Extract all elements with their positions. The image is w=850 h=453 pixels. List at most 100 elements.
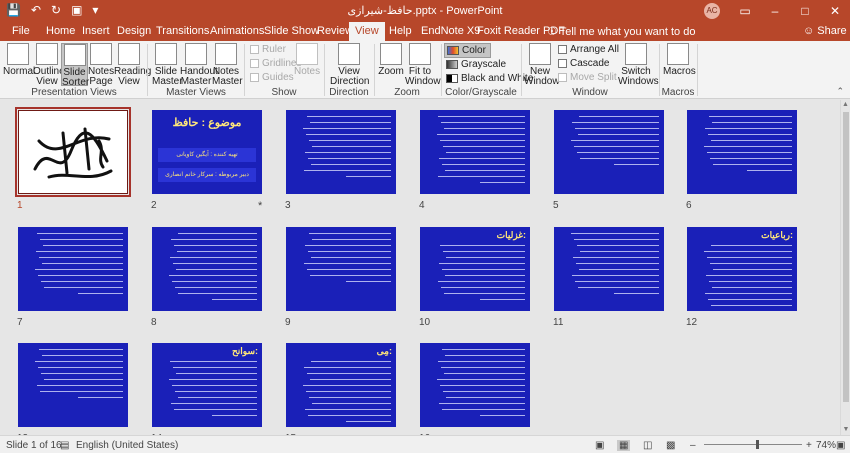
normal-view-status-icon[interactable]: ▣ — [595, 440, 604, 451]
tab-view[interactable]: View — [349, 22, 385, 41]
slide-text-line — [310, 379, 391, 380]
slide-thumbnail[interactable] — [18, 227, 128, 311]
slide-thumbnail[interactable] — [554, 110, 664, 194]
slide-number: 2 — [151, 200, 157, 211]
slide-thumbnail[interactable] — [15, 107, 131, 197]
switch-windows-button[interactable]: Switch Windows — [618, 43, 659, 87]
slide-text-line — [175, 287, 257, 288]
slide-heading: رباعیات: — [761, 230, 793, 240]
slide-text-line — [704, 251, 792, 252]
view-direction-button[interactable]: View Direction — [330, 43, 369, 87]
slide-number: 10 — [419, 317, 431, 328]
slide-text-line — [304, 367, 391, 368]
handout-master-button[interactable]: Handout Master — [180, 43, 218, 87]
slide-thumbnail[interactable]: موضوع : حافظ تهیه کننده : آیگین کاویانی دب… — [152, 110, 262, 194]
slide-master-icon — [155, 43, 177, 65]
slide-text-line — [303, 385, 391, 386]
slide-text-line — [446, 397, 525, 398]
slide-thumbnail[interactable]: غزلیات: — [420, 227, 530, 311]
guides-checkbox[interactable]: Guides — [250, 72, 294, 83]
slide-thumbnail[interactable] — [152, 227, 262, 311]
arrange-all-button[interactable]: Arrange All — [558, 44, 619, 55]
outline-view-button[interactable]: Outline View — [33, 43, 65, 87]
zoom-level[interactable]: 74% — [816, 440, 836, 451]
avatar[interactable]: AC — [704, 3, 720, 19]
slide-text-line — [575, 128, 659, 129]
slide-thumbnail[interactable]: رباعیات: — [687, 227, 797, 311]
transition-star-icon[interactable]: * — [258, 200, 262, 212]
slide-master-button[interactable]: Slide Master — [152, 43, 183, 87]
tab-home[interactable]: Home — [46, 25, 75, 37]
scroll-up-icon[interactable]: ▲ — [841, 100, 850, 110]
slide-text-line — [305, 409, 391, 410]
slideshow-status-icon[interactable]: ▩ — [666, 440, 675, 451]
zoom-slider-knob[interactable] — [756, 440, 759, 449]
slide-sorter-status-icon[interactable]: ▦ — [617, 440, 631, 451]
restore-icon[interactable]: □ — [790, 4, 820, 18]
ribbon-options-icon[interactable]: ▭ — [730, 4, 760, 18]
ruler-checkbox[interactable]: Ruler — [250, 44, 286, 55]
new-window-button[interactable]: New Window — [524, 43, 560, 87]
reading-view-status-icon[interactable]: ◫ — [643, 440, 652, 451]
tab-insert[interactable]: Insert — [82, 25, 110, 37]
spell-check-icon[interactable]: ▤ — [60, 440, 69, 451]
slide-sorter-button[interactable]: Slide Sorter — [61, 43, 89, 88]
scroll-down-icon[interactable]: ▼ — [841, 425, 850, 435]
slide-thumbnail[interactable] — [420, 110, 530, 194]
slide-thumbnail[interactable] — [286, 110, 396, 194]
fit-to-window-button[interactable]: Fit to Window — [405, 43, 441, 87]
slide-text-line — [311, 164, 391, 165]
slide-thumbnail[interactable]: سوانح: — [152, 343, 262, 427]
notes-page-button[interactable]: Notes Page — [88, 43, 114, 87]
tell-me-box[interactable]: ☉ Tell me what you want to do — [547, 25, 695, 38]
tab-endnote[interactable]: EndNote X9 — [421, 25, 480, 37]
tab-animations[interactable]: Animations — [210, 25, 264, 37]
reading-view-icon — [118, 43, 140, 65]
tab-slide-show[interactable]: Slide Show — [264, 25, 319, 37]
notes-master-button[interactable]: Notes Master — [212, 43, 243, 87]
slide-thumbnail[interactable] — [18, 343, 128, 427]
slide-thumbnail[interactable] — [420, 343, 530, 427]
slide-text-line — [576, 263, 659, 264]
tab-file[interactable]: File — [12, 25, 30, 37]
slide-text-line — [311, 361, 391, 362]
scrollbar-thumb[interactable] — [843, 112, 849, 402]
slide-text-line — [705, 293, 792, 294]
zoom-slider[interactable] — [704, 444, 802, 445]
zoom-out-icon[interactable]: – — [690, 440, 696, 451]
slide-text-line — [572, 122, 659, 123]
slide-thumbnail[interactable] — [687, 110, 797, 194]
cascade-button[interactable]: Cascade — [558, 58, 609, 69]
fit-slide-icon[interactable]: ▣ — [836, 440, 845, 451]
color-button[interactable]: Color — [444, 43, 491, 58]
slide-text-line — [305, 245, 391, 246]
vertical-scrollbar[interactable]: ▲ ▼ — [840, 100, 850, 435]
tab-design[interactable]: Design — [117, 25, 151, 37]
slide-thumbnail[interactable] — [286, 227, 396, 311]
normal-view-button[interactable]: Normal — [3, 43, 35, 77]
share-button[interactable]: ☺ Share — [803, 25, 847, 37]
slide-number: 6 — [686, 200, 692, 211]
grayscale-button[interactable]: Grayscale — [446, 59, 506, 70]
tab-transitions[interactable]: Transitions — [156, 25, 209, 37]
minimize-icon[interactable]: – — [760, 4, 790, 18]
close-icon[interactable]: ✕ — [820, 4, 850, 18]
group-separator — [697, 44, 698, 96]
zoom-button[interactable]: Zoom — [378, 43, 404, 77]
slide-thumbnail[interactable]: مِی: — [286, 343, 396, 427]
language-indicator[interactable]: English (United States) — [76, 440, 178, 451]
reading-view-button[interactable]: Reading View — [114, 43, 151, 87]
slide-text-line — [442, 349, 525, 350]
tab-review[interactable]: Review — [317, 25, 353, 37]
slide-heading: سوانح: — [231, 346, 258, 356]
tab-help[interactable]: Help — [389, 25, 412, 37]
macros-button[interactable]: Macros — [663, 43, 696, 77]
collapse-ribbon-icon[interactable]: ⌃ — [836, 86, 844, 97]
slide-text-line — [446, 152, 525, 153]
notes-button[interactable]: Notes — [294, 43, 320, 77]
slide-text-line — [178, 397, 257, 398]
slide-thumbnail[interactable] — [554, 227, 664, 311]
slide-text-line — [443, 251, 525, 252]
zoom-in-icon[interactable]: + — [806, 440, 812, 451]
move-split-button[interactable]: Move Split — [558, 72, 617, 83]
